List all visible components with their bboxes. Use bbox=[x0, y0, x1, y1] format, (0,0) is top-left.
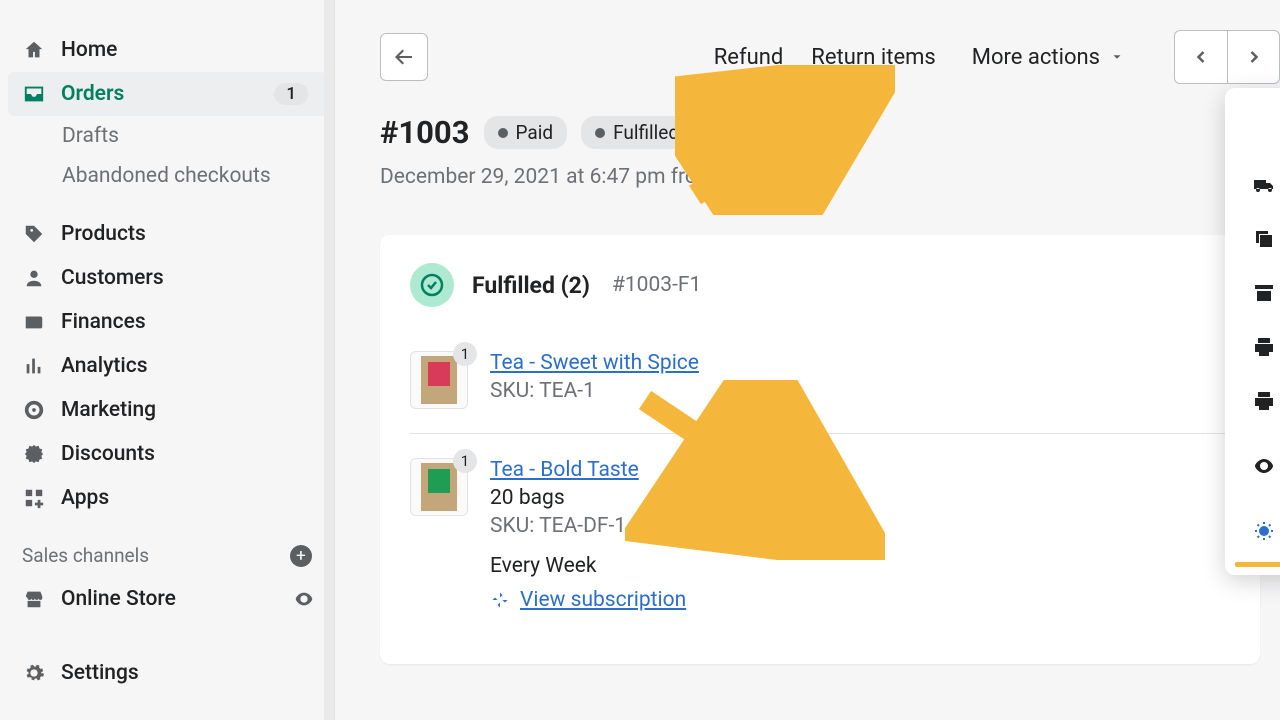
product-link[interactable]: Tea - Bold Taste bbox=[490, 458, 639, 482]
more-actions-button[interactable]: More actions bbox=[960, 37, 1136, 78]
nav-label: Customers bbox=[61, 266, 164, 290]
nav-settings[interactable]: Settings bbox=[0, 651, 334, 695]
nav-discounts[interactable]: Discounts bbox=[0, 432, 334, 476]
subscription-icon bbox=[490, 590, 510, 610]
wallet-icon bbox=[22, 310, 46, 334]
fulfilled-check-icon bbox=[410, 263, 454, 307]
nav-label: Settings bbox=[61, 661, 139, 685]
chevron-right-icon bbox=[1244, 47, 1264, 67]
annotation-arrow bbox=[625, 380, 885, 560]
product-thumb[interactable]: 1 bbox=[410, 458, 468, 516]
next-order-button[interactable] bbox=[1227, 31, 1279, 83]
nav-products[interactable]: Products bbox=[0, 212, 334, 256]
badge-label: Paid bbox=[516, 121, 554, 144]
badge-label: Fulfilled bbox=[613, 121, 679, 144]
more-actions-label: More actions bbox=[972, 45, 1100, 70]
nav-marketing[interactable]: Marketing bbox=[0, 388, 334, 432]
nav-finances[interactable]: Finances bbox=[0, 300, 334, 344]
nav-label: Orders bbox=[61, 82, 124, 106]
discount-icon bbox=[22, 442, 46, 466]
dropdown-view-status[interactable]: View order status page bbox=[1225, 428, 1280, 504]
dropdown-print-packing[interactable]: Print packing slips bbox=[1225, 374, 1280, 428]
home-icon bbox=[22, 38, 46, 62]
subscription-row: View subscription bbox=[490, 588, 686, 612]
dropdown-print-order[interactable]: Print order page bbox=[1225, 320, 1280, 374]
product-thumb[interactable]: 1 bbox=[410, 351, 468, 409]
paid-badge: Paid bbox=[484, 116, 568, 149]
thumb-swatch bbox=[428, 362, 450, 386]
preview-icon[interactable] bbox=[292, 587, 316, 611]
product-link[interactable]: Tea - Sweet with Spice bbox=[490, 351, 699, 375]
nav-drafts[interactable]: Drafts bbox=[0, 116, 334, 156]
order-id: #1003 bbox=[380, 114, 470, 151]
fulfillment-ref: #1003-F1 bbox=[612, 273, 701, 297]
annotation-arrow bbox=[675, 65, 895, 215]
nav-label: Online Store bbox=[61, 587, 176, 611]
nav-home[interactable]: Home bbox=[0, 28, 334, 72]
add-channel-icon[interactable]: + bbox=[290, 545, 312, 567]
qty-badge: 1 bbox=[453, 449, 477, 473]
orders-count-badge: 1 bbox=[274, 83, 308, 105]
person-icon bbox=[22, 266, 46, 290]
bars-icon bbox=[22, 354, 46, 378]
prev-order-button[interactable] bbox=[1175, 31, 1227, 83]
thumb-swatch bbox=[428, 469, 450, 493]
lightbulb-icon bbox=[1251, 518, 1277, 544]
fulfillment-header: Fulfilled (2) #1003-F1 bbox=[410, 263, 1230, 307]
caret-down-icon bbox=[1110, 50, 1124, 64]
dropdown-create-return-label[interactable]: Create return label bbox=[1225, 158, 1280, 212]
nav-label: Products bbox=[61, 222, 146, 246]
more-actions-dropdown: Edit Create return label Duplicate Unarc… bbox=[1225, 88, 1280, 575]
nav-customers[interactable]: Customers bbox=[0, 256, 334, 300]
nav-label: Apps bbox=[61, 486, 109, 510]
view-subscription-link[interactable]: View subscription bbox=[520, 588, 686, 612]
dropdown-add-task[interactable]: Add a task or note bbox=[1225, 504, 1280, 558]
dropdown-highlight-underline bbox=[1235, 562, 1280, 567]
eye-icon bbox=[1251, 453, 1277, 479]
gear-icon bbox=[22, 661, 46, 685]
dropdown-edit[interactable]: Edit bbox=[1225, 104, 1280, 158]
qty-badge: 1 bbox=[453, 342, 477, 366]
sidebar: Home Orders 1 Drafts Abandoned checkouts… bbox=[0, 0, 335, 720]
store-icon bbox=[22, 587, 46, 611]
nav-apps[interactable]: Apps bbox=[0, 476, 334, 520]
order-pager bbox=[1174, 30, 1280, 84]
dropdown-unarchive[interactable]: Unarchive bbox=[1225, 266, 1280, 320]
back-button[interactable] bbox=[380, 33, 428, 81]
apps-icon bbox=[22, 486, 46, 510]
nav-abandoned-checkouts[interactable]: Abandoned checkouts bbox=[0, 156, 334, 196]
fulfillment-title: Fulfilled (2) bbox=[472, 272, 590, 299]
nav-analytics[interactable]: Analytics bbox=[0, 344, 334, 388]
dropdown-duplicate[interactable]: Duplicate bbox=[1225, 212, 1280, 266]
nav-label: Marketing bbox=[61, 398, 156, 422]
printer-icon bbox=[1251, 334, 1277, 360]
nav-label: Discounts bbox=[61, 442, 155, 466]
sales-channels-header: Sales channels + bbox=[0, 520, 334, 577]
tag-icon bbox=[22, 222, 46, 246]
spacer-icon bbox=[1251, 118, 1277, 144]
nav-online-store[interactable]: Online Store bbox=[0, 577, 334, 621]
duplicate-icon bbox=[1251, 226, 1277, 252]
truck-icon bbox=[1251, 172, 1277, 198]
sidebar-scrollbar[interactable] bbox=[324, 0, 334, 720]
target-icon bbox=[22, 398, 46, 422]
printer-icon bbox=[1251, 388, 1277, 414]
archive-icon bbox=[1251, 280, 1277, 306]
main-content: Refund Return items More actions #1003 P… bbox=[335, 0, 1280, 720]
nav-label: Finances bbox=[61, 310, 146, 334]
section-label: Sales channels bbox=[22, 544, 149, 567]
chevron-left-icon bbox=[1191, 47, 1211, 67]
arrow-left-icon bbox=[392, 45, 416, 69]
nav-label: Home bbox=[61, 38, 117, 62]
nav-orders[interactable]: Orders 1 bbox=[8, 72, 326, 116]
inbox-icon bbox=[22, 82, 46, 106]
nav-label: Analytics bbox=[61, 354, 148, 378]
